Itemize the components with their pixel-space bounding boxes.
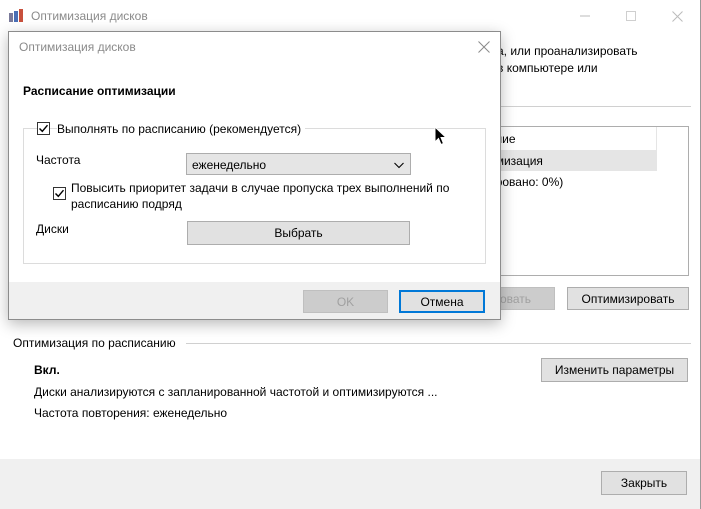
run-on-schedule-checkbox[interactable] <box>37 122 50 135</box>
drive-list-header[interactable]: яние <box>489 127 657 151</box>
schedule-section-title: Оптимизация по расписанию <box>13 336 176 350</box>
intro-text-line2: в компьютере или <box>497 61 598 75</box>
separator <box>497 106 691 107</box>
increase-priority-label-line2[interactable]: расписанию подряд <box>71 197 182 211</box>
schedule-frequency: Частота повторения: еженедельно <box>34 406 228 420</box>
dialog-footer: OK Отмена <box>9 282 500 319</box>
cancel-button[interactable]: Отмена <box>399 290 485 313</box>
increase-priority-checkbox[interactable] <box>53 187 66 200</box>
main-window-title: Оптимизация дисков <box>31 9 148 23</box>
change-settings-button[interactable]: Изменить параметры <box>541 358 688 382</box>
increase-priority-label-line1[interactable]: Повысить приоритет задачи в случае пропу… <box>71 181 449 195</box>
separator <box>186 343 691 344</box>
drive-list-row-selected[interactable]: имизация <box>489 151 657 171</box>
schedule-status: Вкл. <box>34 363 60 377</box>
checkmark-icon <box>39 124 49 133</box>
frequency-dropdown[interactable]: еженедельно <box>186 153 411 175</box>
drives-label: Диски <box>36 222 69 236</box>
schedule-dialog: Оптимизация дисков Расписание оптимизаци… <box>8 31 501 320</box>
drive-list-row[interactable]: ировано: 0%) <box>489 173 657 193</box>
main-footer: Закрыть <box>0 459 700 509</box>
dialog-heading: Расписание оптимизации <box>23 84 176 98</box>
drive-list[interactable]: яние имизация ировано: 0%) <box>488 126 689 276</box>
ok-button[interactable]: OK <box>303 290 388 313</box>
close-button[interactable]: Закрыть <box>601 471 687 495</box>
run-on-schedule-label[interactable]: Выполнять по расписанию (рекомендуется) <box>57 122 306 136</box>
intro-text-line1: а, или проанализировать <box>497 44 638 58</box>
checkmark-icon <box>55 189 65 198</box>
main-titlebar: Оптимизация дисков <box>0 0 700 32</box>
minimize-icon[interactable] <box>575 6 595 26</box>
frequency-value: еженедельно <box>192 158 267 172</box>
optimize-button[interactable]: Оптимизировать <box>567 287 689 310</box>
close-icon[interactable] <box>475 38 493 56</box>
frequency-label: Частота <box>36 153 81 167</box>
chevron-down-icon <box>393 159 405 171</box>
close-icon[interactable] <box>667 6 687 26</box>
mouse-cursor-icon <box>434 125 448 146</box>
maximize-icon[interactable] <box>621 6 641 26</box>
choose-drives-button[interactable]: Выбрать <box>187 221 410 245</box>
schedule-description: Диски анализируются с запланированной ча… <box>34 385 438 399</box>
defrag-app-icon <box>9 9 23 23</box>
dialog-title: Оптимизация дисков <box>19 40 136 54</box>
